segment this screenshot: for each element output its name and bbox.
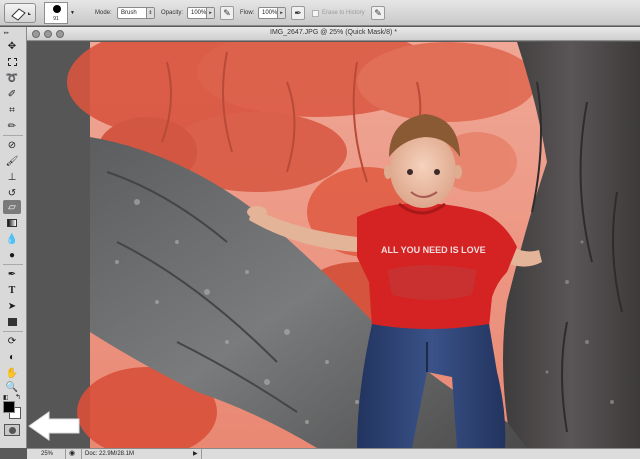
tablet-pressure-size-button[interactable]: ✎ (371, 6, 385, 20)
eyedropper-icon: ✏ (7, 120, 17, 132)
blur-tool[interactable]: 💧 (3, 232, 21, 246)
options-bar: 91 ▼ Mode: Brush ⇕ Opacity: 100% ▸ ✎ Flo… (0, 0, 640, 26)
eraser-icon: ▱ (8, 201, 16, 213)
status-bar: 25% ◉ Doc: 22.9M/28.1M ▶ (27, 448, 640, 459)
quick-selection-icon: ✐ (7, 88, 17, 100)
quick-selection-tool[interactable]: ✐ (3, 87, 21, 101)
brush-preset-picker[interactable]: 91 (44, 2, 68, 24)
path-selection-tool[interactable]: ➤ (3, 299, 21, 313)
canvas-area[interactable]: ALL YOU NEED IS LOVE (27, 42, 640, 448)
flow-label: Flow: (240, 10, 255, 16)
status-divider (81, 449, 82, 459)
shirt-print-text: ALL YOU NEED IS LOVE (381, 245, 486, 255)
erase-to-history-option[interactable]: Erase to History (312, 0, 365, 26)
toolbox-collapse-arrows-icon[interactable]: ▸▸ (4, 30, 22, 36)
gradient-tool[interactable] (3, 216, 21, 230)
lasso-icon: ➰ (5, 72, 19, 84)
crop-icon: ⌗ (9, 104, 15, 116)
opacity-label: Opacity: (161, 10, 184, 16)
brush-picker-arrow[interactable]: ▼ (70, 0, 75, 26)
move-icon: ✥ (7, 40, 17, 52)
photo-canvas[interactable]: ALL YOU NEED IS LOVE (27, 42, 640, 448)
airbrush-button[interactable]: ✒ (291, 6, 305, 20)
magnifier-icon: 🔍 (5, 381, 19, 393)
status-menu-arrow-icon[interactable]: ▶ (193, 449, 198, 459)
healing-brush-tool[interactable]: ⊘ (3, 138, 21, 152)
chevron-updown-icon: ⇕ (146, 8, 154, 18)
history-brush-icon: ↺ (7, 187, 17, 199)
mode-select[interactable]: Brush ⇕ (117, 7, 155, 19)
status-info-icon[interactable]: ◉ (69, 449, 75, 459)
history-brush-tool[interactable]: ↺ (3, 186, 21, 200)
chevron-down-icon: ▸ (206, 8, 214, 18)
foreground-color-swatch[interactable] (3, 401, 15, 413)
default-colors-icon[interactable]: ◧ (3, 394, 9, 401)
shape-tool[interactable] (3, 315, 21, 329)
marquee-icon (7, 58, 17, 66)
white-arrow-annotation (28, 411, 80, 441)
airbrush-icon: ✒ (294, 7, 302, 18)
toolbox: ▸▸ ✥ ➰ ✐ ⌗ ✏ ⊘ 🖌 ⊥ ↺ ▱ 💧 ● ✒ T ➤ ⟳ ◐ ✋ 🔍… (0, 27, 27, 448)
hand-tool[interactable]: ✋ (3, 366, 21, 380)
3d-orbit-tool[interactable]: ◐ (3, 350, 21, 364)
erase-to-history-checkbox[interactable] (312, 9, 319, 17)
document-size: Doc: 22.9M/28.1M (85, 451, 135, 457)
hand-icon: ✋ (5, 367, 19, 379)
flow-value: 100% (262, 10, 278, 16)
lasso-tool[interactable]: ➰ (3, 71, 21, 85)
dodge-icon: ● (8, 249, 16, 261)
chevron-down-icon: ▸ (277, 8, 285, 18)
pen-pressure-icon: ✎ (223, 7, 231, 18)
type-icon: T (8, 284, 16, 296)
brush-icon: 🖌 (5, 155, 19, 167)
opacity-value: 100% (191, 10, 207, 16)
swap-colors-icon[interactable]: ↰ (15, 393, 21, 401)
eyedropper-tool[interactable]: ✏ (3, 119, 21, 133)
document-title-bar: IMG_2647.JPG @ 25% (Quick Mask/8) * (27, 27, 640, 41)
tool-preset-picker[interactable] (4, 3, 36, 23)
arrow-left-icon (28, 411, 80, 441)
brush-size-value: 91 (53, 16, 59, 22)
gradient-icon (7, 219, 17, 227)
pen-tool[interactable]: ✒ (3, 267, 21, 281)
status-divider (65, 449, 66, 459)
3d-rotate-icon: ⟳ (7, 335, 17, 347)
eraser-tool[interactable]: ▱ (3, 200, 21, 214)
dodge-tool[interactable]: ● (3, 248, 21, 262)
marquee-tool[interactable] (3, 55, 21, 69)
brush-tool[interactable]: 🖌 (3, 154, 21, 168)
crop-tool[interactable]: ⌗ (3, 103, 21, 117)
type-tool[interactable]: T (3, 283, 21, 297)
erase-to-history-label: Erase to History (322, 10, 365, 16)
status-divider (201, 449, 202, 459)
stamp-icon: ⊥ (7, 171, 17, 183)
blur-drop-icon: 💧 (5, 233, 19, 245)
rectangle-icon (7, 318, 17, 326)
toolbox-divider (3, 135, 23, 136)
pen-pressure-icon: ✎ (374, 7, 382, 18)
toolbox-divider (3, 264, 23, 265)
toolbox-divider (3, 331, 23, 332)
3d-orbit-icon: ◐ (8, 351, 16, 363)
tablet-pressure-opacity-button[interactable]: ✎ (220, 6, 234, 20)
eraser-icon (11, 8, 31, 21)
quick-mask-mode-button[interactable] (4, 424, 20, 436)
quick-mask-icon (9, 427, 16, 434)
clone-stamp-tool[interactable]: ⊥ (3, 170, 21, 184)
zoom-tool[interactable]: 🔍 (3, 380, 21, 394)
3d-rotate-tool[interactable]: ⟳ (3, 334, 21, 348)
mode-label: Mode: (95, 10, 112, 16)
mode-value: Brush (121, 10, 137, 16)
zoom-level[interactable]: 25% (41, 449, 53, 459)
bandage-icon: ⊘ (7, 139, 17, 151)
pen-icon: ✒ (7, 268, 17, 280)
opacity-field[interactable]: 100% ▸ (187, 7, 215, 19)
flow-field[interactable]: 100% ▸ (258, 7, 286, 19)
document-title: IMG_2647.JPG @ 25% (Quick Mask/8) * (270, 29, 397, 36)
brush-tip-icon (53, 5, 61, 13)
arrow-cursor-icon: ➤ (7, 300, 17, 312)
move-tool[interactable]: ✥ (3, 39, 21, 53)
